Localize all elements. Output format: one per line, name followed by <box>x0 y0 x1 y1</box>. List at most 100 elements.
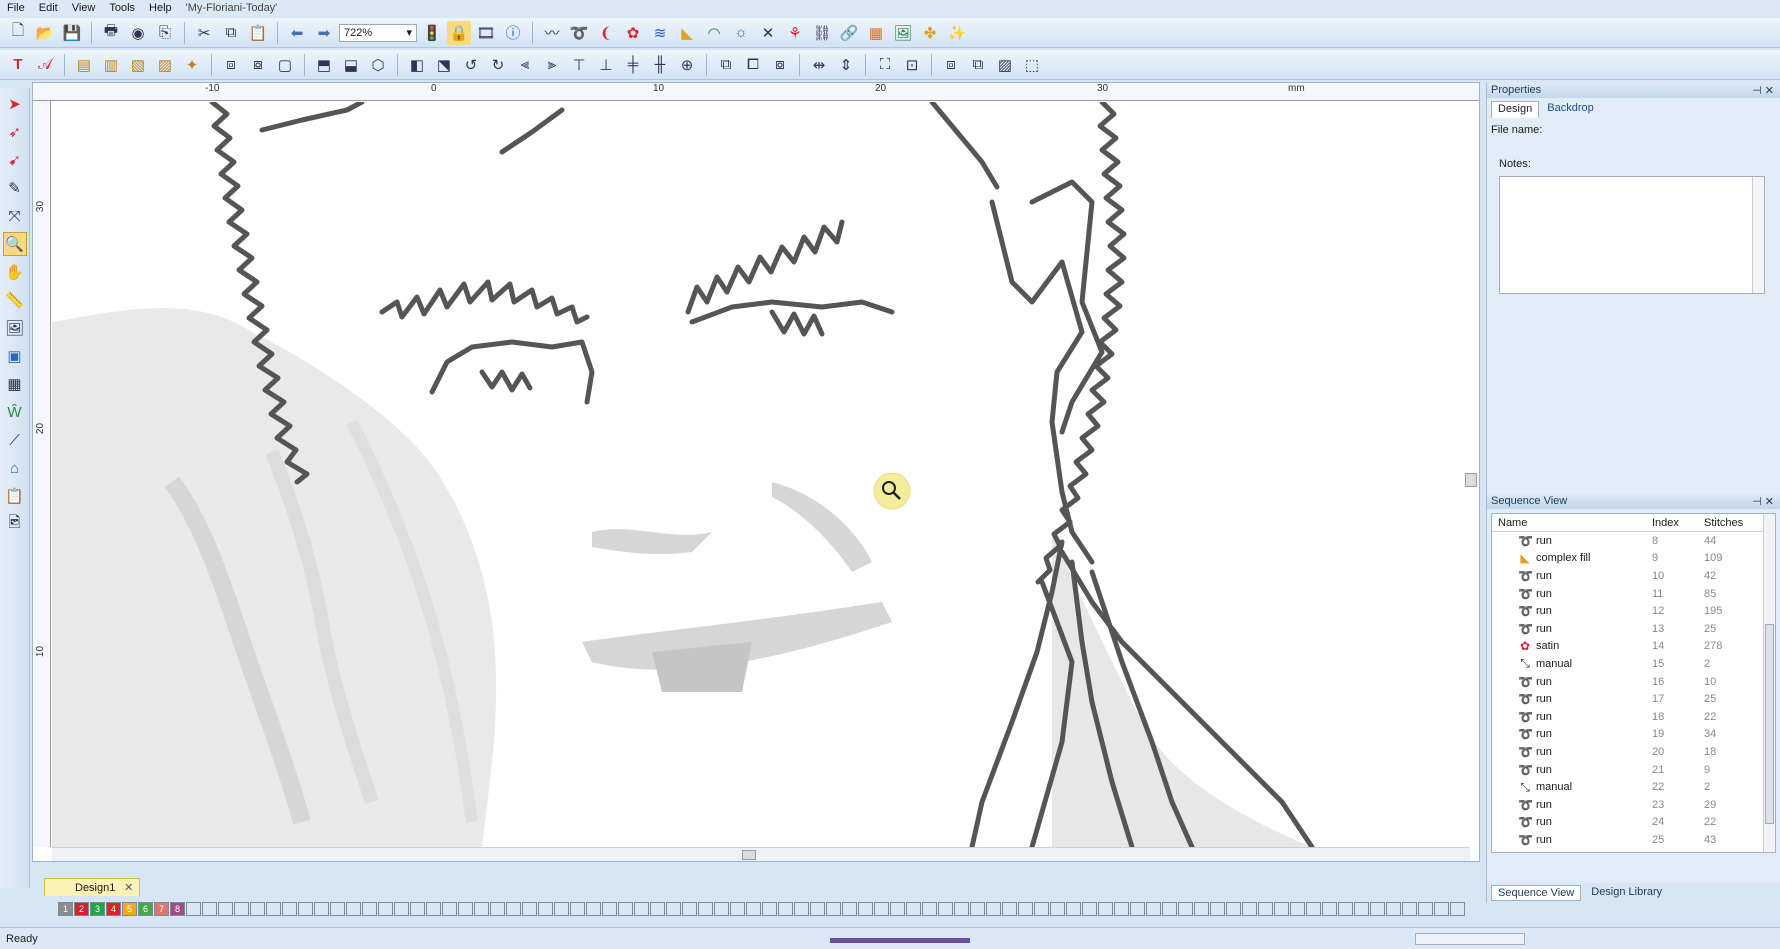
satin-column-icon[interactable]: ❨ <box>594 21 618 45</box>
run-stitch-icon[interactable]: 〰 <box>540 21 564 45</box>
empty-color-slot[interactable] <box>554 902 569 916</box>
new-file-icon[interactable]: 🗋 <box>6 21 30 45</box>
empty-color-slot[interactable] <box>250 902 265 916</box>
embroidery-drawing[interactable] <box>52 102 1470 847</box>
empty-color-slot[interactable] <box>954 902 969 916</box>
zoom-icon[interactable]: 🔍 <box>2 232 27 256</box>
sequence-row[interactable]: ✿ satin 14 278 <box>1492 638 1775 656</box>
arrange-icon[interactable]: ⧇ <box>768 53 792 77</box>
empty-color-slot[interactable] <box>1066 902 1081 916</box>
resize-icon[interactable]: ⛶ <box>873 53 897 77</box>
path-icon[interactable]: ⟋ <box>3 428 27 452</box>
empty-color-slot[interactable] <box>506 902 521 916</box>
magic-wand-icon[interactable]: ✨ <box>945 21 969 45</box>
lock-icon[interactable]: 🔒 <box>447 20 471 45</box>
empty-color-slot[interactable] <box>1434 902 1449 916</box>
canvas-horizontal-scrollbar[interactable] <box>52 847 1470 861</box>
scroll-thumb[interactable] <box>742 850 756 860</box>
outline-icon[interactable]: ⬡ <box>366 53 390 77</box>
copy-icon[interactable]: ⧉ <box>219 21 243 45</box>
pen-icon[interactable]: ✎ <box>3 176 27 200</box>
empty-color-slot[interactable] <box>362 902 377 916</box>
center-horizontal-icon[interactable]: ╫ <box>648 53 672 77</box>
sequence-row[interactable]: ➰ run 20 18 <box>1492 743 1775 761</box>
wave-icon[interactable]: ≋ <box>648 21 672 45</box>
pin-close-icon[interactable]: ⊣ ✕ <box>1752 495 1774 508</box>
send-to-machine-icon[interactable]: ◉ <box>126 21 150 45</box>
text-icon[interactable]: T <box>6 53 30 77</box>
empty-color-slot[interactable] <box>650 902 665 916</box>
pin-close-icon[interactable]: ⊣ ✕ <box>1752 84 1774 97</box>
empty-color-slot[interactable] <box>458 902 473 916</box>
header-name[interactable]: Name <box>1492 517 1652 529</box>
empty-color-slot[interactable] <box>234 902 249 916</box>
sequence-row[interactable]: ➰ run 11 85 <box>1492 585 1775 603</box>
empty-color-slot[interactable] <box>986 902 1001 916</box>
color-swatch[interactable]: 4 <box>106 902 121 916</box>
space-vertical-icon[interactable]: ⇕ <box>834 53 858 77</box>
empty-color-slot[interactable] <box>586 902 601 916</box>
empty-color-slot[interactable] <box>1418 902 1433 916</box>
grid-icon[interactable]: ▦ <box>3 372 27 396</box>
bring-forward-icon[interactable]: ⧉ <box>714 53 738 77</box>
empty-color-slot[interactable] <box>1354 902 1369 916</box>
color-swatch[interactable]: 3 <box>90 902 105 916</box>
scroll-thumb[interactable] <box>1765 624 1774 824</box>
empty-color-slot[interactable] <box>1130 902 1145 916</box>
empty-color-slot[interactable] <box>602 902 617 916</box>
empty-color-slot[interactable] <box>1050 902 1065 916</box>
combine-icon[interactable]: ⬒ <box>312 53 336 77</box>
print-icon[interactable]: 🖶 <box>99 21 123 45</box>
group-icon[interactable]: ⧈ <box>219 53 243 77</box>
send-backward-icon[interactable]: ⧠ <box>741 53 765 77</box>
menu-help[interactable]: Help <box>142 2 179 14</box>
empty-color-slot[interactable] <box>922 902 937 916</box>
lettering-icon[interactable]: ▤ <box>72 53 96 77</box>
rotate-left-icon[interactable]: ↺ <box>459 53 483 77</box>
empty-color-slot[interactable] <box>826 902 841 916</box>
empty-color-slot[interactable] <box>1306 902 1321 916</box>
sequence-row[interactable]: ➰ run 25 43 <box>1492 831 1775 849</box>
empty-color-slot[interactable] <box>1162 902 1177 916</box>
header-index[interactable]: Index <box>1652 517 1704 529</box>
select-box-icon[interactable]: ▢ <box>273 53 297 77</box>
empty-color-slot[interactable] <box>906 902 921 916</box>
cross-stitch-icon[interactable]: ✕ <box>756 21 780 45</box>
mirror-vertical-icon[interactable]: ⬔ <box>432 53 456 77</box>
empty-color-slot[interactable] <box>1242 902 1257 916</box>
lettering-circle-icon[interactable]: ▧ <box>126 53 150 77</box>
sequence-row[interactable]: ⤡ manual 22 2 <box>1492 778 1775 796</box>
paste-icon[interactable]: 📋 <box>246 21 270 45</box>
empty-color-slot[interactable] <box>570 902 585 916</box>
sequence-row[interactable]: ➰ run 10 42 <box>1492 567 1775 585</box>
sequence-row[interactable]: ➰ run 24 22 <box>1492 814 1775 832</box>
space-horizontal-icon[interactable]: ⇹ <box>807 53 831 77</box>
hoop-icon[interactable]: ⌂ <box>3 456 27 480</box>
tab-design-library[interactable]: Design Library <box>1585 885 1668 901</box>
empty-color-slot[interactable] <box>1034 902 1049 916</box>
flower-icon[interactable]: ✤ <box>918 21 942 45</box>
clone-icon[interactable]: ⧉ <box>966 53 990 77</box>
empty-color-slot[interactable] <box>890 902 905 916</box>
menu-file[interactable]: File <box>0 2 32 14</box>
measure-icon[interactable]: 📏 <box>3 288 27 312</box>
ungroup-icon[interactable]: ⧇ <box>246 53 270 77</box>
empty-color-slot[interactable] <box>282 902 297 916</box>
chain-icon[interactable]: ⛓ <box>810 21 834 45</box>
color-swatch[interactable]: 6 <box>138 902 153 916</box>
align-right-icon[interactable]: ⫸ <box>540 53 564 77</box>
satin-icon[interactable]: ✿ <box>621 21 645 45</box>
color-swatch[interactable]: 2 <box>74 902 89 916</box>
empty-color-slot[interactable] <box>746 902 761 916</box>
empty-color-slot[interactable] <box>730 902 745 916</box>
menu-tools[interactable]: Tools <box>102 2 142 14</box>
color-swatch[interactable]: 8 <box>170 902 185 916</box>
mirror-horizontal-icon[interactable]: ◧ <box>405 53 429 77</box>
sequence-row[interactable]: ➰ run 8 44 <box>1492 532 1775 550</box>
empty-color-slot[interactable] <box>714 902 729 916</box>
film-icon[interactable]: 🎞 <box>474 21 498 45</box>
empty-color-slot[interactable] <box>618 902 633 916</box>
color-swatch[interactable]: 5 <box>122 902 137 916</box>
applique-icon[interactable]: ⚘ <box>783 21 807 45</box>
empty-color-slot[interactable] <box>1386 902 1401 916</box>
